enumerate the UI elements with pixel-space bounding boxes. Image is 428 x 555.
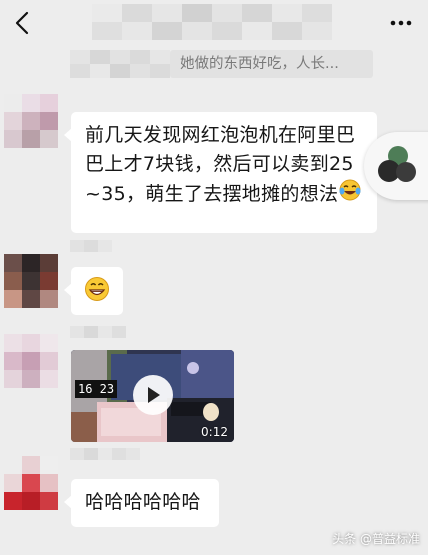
sender-name-blurred	[70, 448, 140, 460]
avatar[interactable]	[4, 456, 58, 510]
play-icon[interactable]	[133, 375, 173, 415]
watermark: 头条 @普益标准	[332, 532, 420, 546]
message-bubble-text[interactable]: 哈哈哈哈哈哈	[64, 479, 219, 527]
laughing-tears-emoji-icon	[338, 179, 362, 210]
floating-window-widget[interactable]	[364, 132, 428, 200]
message-bubble-text[interactable]: 前几天发现网红泡泡机在阿里巴巴上才7块钱，然后可以卖到25~35，萌生了去摆地摊…	[64, 112, 377, 233]
video-duration: 0:12	[201, 425, 228, 439]
grinning-face-emoji-icon	[84, 276, 110, 306]
message-text: 前几天发现网红泡泡机在阿里巴巴上才7块钱，然后可以卖到25~35，萌生了去摆地摊…	[85, 121, 367, 210]
mini-avatar-right	[396, 162, 416, 182]
message-bubble-emoji[interactable]	[64, 267, 123, 315]
sender-name-blurred	[70, 240, 112, 252]
quote-sender-blurred	[70, 50, 170, 78]
quote-row: 她做的东西好吃，人长...	[0, 44, 428, 84]
chat-header	[0, 0, 428, 46]
sender-name-blurred	[70, 326, 126, 338]
video-clock-overlay: 16 23	[75, 380, 118, 398]
more-dots-icon[interactable]	[388, 14, 414, 32]
quoted-message[interactable]: 她做的东西好吃，人长...	[170, 50, 373, 78]
chat-title-blurred	[92, 4, 332, 40]
message-text: 哈哈哈哈哈哈	[85, 491, 201, 513]
avatar[interactable]	[4, 254, 58, 308]
video-message[interactable]: 16 23 0:12	[71, 350, 234, 442]
avatar[interactable]	[4, 94, 58, 148]
back-chevron-icon[interactable]	[12, 10, 32, 36]
avatar[interactable]	[4, 334, 58, 388]
